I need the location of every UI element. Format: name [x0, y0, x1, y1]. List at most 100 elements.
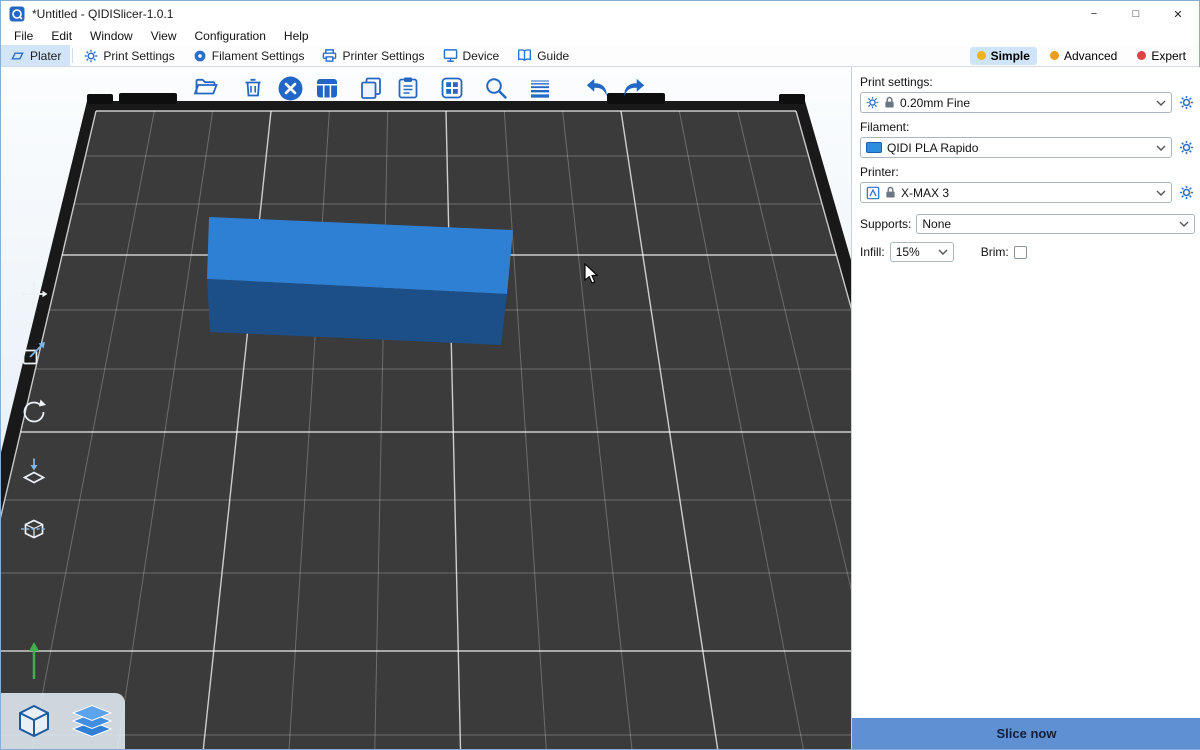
printer-label: Printer: [860, 165, 1195, 179]
printer-icon [322, 48, 337, 63]
infill-select[interactable]: 15% [890, 242, 954, 262]
print-settings-select[interactable]: 0.20mm Fine [860, 92, 1172, 113]
minimize-button[interactable]: − [1073, 1, 1115, 27]
tab-separator [72, 48, 73, 63]
redo-icon [620, 74, 648, 102]
tab-device[interactable]: Device [434, 45, 509, 66]
app-icon [9, 6, 25, 22]
menu-help[interactable]: Help [275, 27, 318, 45]
book-icon [517, 48, 532, 63]
tab-print-settings[interactable]: Print Settings [75, 45, 183, 66]
tab-guide[interactable]: Guide [508, 45, 578, 66]
arrange-button[interactable] [310, 71, 344, 105]
arrange-grid-icon [314, 75, 340, 101]
supports-value: None [922, 217, 951, 231]
settings-sidebar: Print settings: 0.20mm Fine Filament: QI… [851, 67, 1200, 749]
filament-label: Filament: [860, 120, 1195, 134]
supports-label: Supports: [860, 217, 911, 231]
printer-gear-button[interactable] [1177, 184, 1195, 202]
tab-label: Device [463, 49, 500, 63]
brim-checkbox[interactable] [1014, 246, 1027, 259]
infill-value: 15% [896, 245, 920, 259]
filament-color-swatch [866, 142, 882, 153]
delete-button[interactable] [236, 71, 270, 105]
lock-icon [885, 186, 896, 199]
rotate-tool-button[interactable] [14, 392, 54, 432]
scale-tool-button[interactable] [14, 333, 54, 373]
copy-icon [358, 75, 384, 101]
redo-button[interactable] [617, 71, 651, 105]
trash-icon [240, 75, 266, 101]
chevron-down-icon [1175, 221, 1189, 227]
search-icon [483, 75, 509, 101]
close-button[interactable]: ✕ [1157, 1, 1199, 27]
tab-label: Guide [537, 49, 569, 63]
print-settings-label: Print settings: [860, 75, 1195, 89]
chevron-down-icon [934, 249, 948, 255]
slice-now-button[interactable]: Slice now [852, 718, 1200, 749]
mode-label: Advanced [1064, 49, 1117, 63]
rotate-icon [19, 397, 49, 427]
filament-select[interactable]: QIDI PLA Rapido [860, 137, 1172, 158]
menu-file[interactable]: File [5, 27, 42, 45]
split-tiles-icon [439, 75, 465, 101]
top-toolbar [189, 71, 651, 105]
undo-button[interactable] [580, 71, 614, 105]
maximize-button[interactable]: □ [1115, 1, 1157, 27]
build-plate[interactable] [1, 67, 851, 749]
cube-3d-icon [12, 699, 56, 743]
gear-icon [84, 49, 98, 63]
layers-stack-icon [69, 699, 115, 743]
search-button[interactable] [479, 71, 513, 105]
tab-label: Filament Settings [212, 49, 305, 63]
mode-expert[interactable]: Expert [1130, 47, 1193, 65]
variable-layer-height-button[interactable] [523, 71, 557, 105]
monitor-icon [443, 48, 458, 63]
view-toggle [1, 693, 125, 749]
qidislicer-window: *Untitled - QIDISlicer-1.0.1 − □ ✕ File … [0, 0, 1200, 750]
move-tool-button[interactable] [14, 274, 54, 314]
window-title: *Untitled - QIDISlicer-1.0.1 [32, 7, 173, 21]
print-settings-value: 0.20mm Fine [900, 96, 970, 110]
advanced-mode-dot [1050, 51, 1059, 60]
tabbar: Plater Print Settings Filament Settings … [1, 45, 1199, 67]
mode-label: Expert [1151, 49, 1186, 63]
menu-edit[interactable]: Edit [42, 27, 81, 45]
tab-printer-settings[interactable]: Printer Settings [313, 45, 433, 66]
chevron-down-icon [1152, 100, 1166, 106]
mode-advanced[interactable]: Advanced [1043, 47, 1124, 65]
printer-select[interactable]: X-MAX 3 [860, 182, 1172, 203]
split-to-objects-button[interactable] [435, 71, 469, 105]
print-settings-gear-button[interactable] [1177, 94, 1195, 112]
filament-gear-button[interactable] [1177, 139, 1195, 157]
delete-all-button[interactable] [273, 71, 307, 105]
tab-filament-settings[interactable]: Filament Settings [184, 45, 314, 66]
cut-tool-button[interactable] [14, 510, 54, 550]
menu-configuration[interactable]: Configuration [186, 27, 275, 45]
filament-spool-icon [193, 49, 207, 63]
editor-3d-view-button[interactable] [8, 696, 60, 746]
paste-button[interactable] [391, 71, 425, 105]
menu-window[interactable]: Window [81, 27, 142, 45]
sidebar-spacer [852, 265, 1200, 718]
infill-label: Infill: [860, 245, 885, 259]
model-object[interactable] [207, 217, 513, 345]
cut-icon [19, 515, 49, 545]
menu-view[interactable]: View [142, 27, 186, 45]
preview-layers-view-button[interactable] [66, 696, 118, 746]
mouse-cursor [584, 263, 600, 285]
place-on-face-tool-button[interactable] [14, 451, 54, 491]
mode-switcher: Simple Advanced Expert [970, 45, 1199, 66]
delete-all-icon [277, 75, 304, 102]
tab-label: Print Settings [103, 49, 174, 63]
supports-select[interactable]: None [916, 214, 1195, 234]
simple-mode-dot [977, 51, 986, 60]
copy-button[interactable] [354, 71, 388, 105]
tab-plater[interactable]: Plater [1, 45, 70, 66]
open-file-button[interactable] [189, 71, 223, 105]
left-toolbar [14, 274, 54, 550]
viewport-3d[interactable] [1, 67, 851, 749]
place-on-face-icon [19, 456, 49, 486]
mode-simple[interactable]: Simple [970, 47, 1037, 65]
move-icon [19, 279, 49, 309]
